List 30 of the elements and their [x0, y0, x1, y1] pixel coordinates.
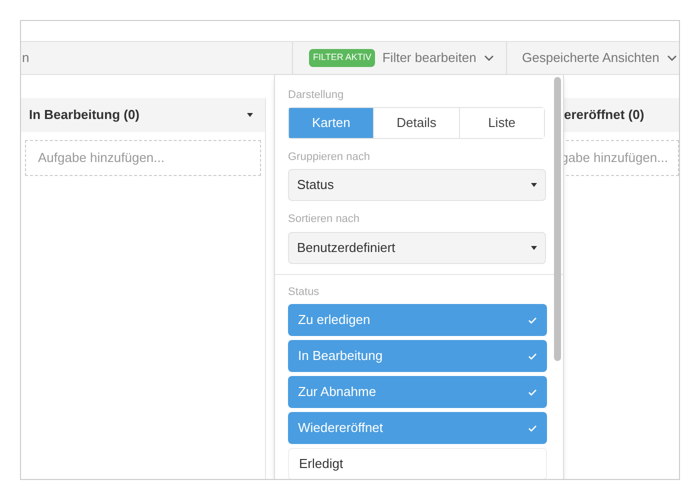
toolbar-text: n	[21, 49, 30, 68]
chevron-down-icon	[667, 55, 678, 61]
caret-icon	[531, 246, 537, 250]
view-tab[interactable]: Liste	[458, 108, 544, 138]
status-option[interactable]: Zur Abnahme	[288, 376, 547, 408]
status-option[interactable]: Wiedereröffnet	[288, 412, 547, 444]
column-title: In Bearbeitung (0)	[29, 106, 140, 124]
section-label: Darstellung	[288, 88, 345, 103]
view-tab[interactable]: Karten	[289, 108, 374, 138]
chevron-down-icon	[484, 55, 494, 61]
scrollbar[interactable]	[554, 77, 561, 361]
filter-button[interactable]: Filter bearbeiten	[382, 48, 494, 68]
saved-views-button[interactable]: Gespeicherte Ansichten	[522, 48, 678, 68]
section-label: Gruppieren nach	[288, 150, 371, 164]
caret-icon	[531, 183, 537, 187]
column-title: ereröffnet (0)	[564, 106, 644, 124]
check-icon	[528, 352, 537, 360]
status-option[interactable]: In Bearbeitung	[288, 340, 547, 372]
add-task-field[interactable]: Aufgabe hinzufügen...	[25, 140, 261, 176]
section-label: Sortieren nach	[288, 212, 361, 227]
status-option[interactable]: Erledigt	[288, 448, 547, 479]
filter-badge: FILTER AKTIV	[309, 49, 376, 67]
status-option[interactable]: Zu erledigen	[288, 304, 547, 336]
check-icon	[528, 388, 537, 396]
check-icon	[528, 424, 537, 432]
check-icon	[528, 316, 537, 324]
sort-select[interactable]: Benutzerdefiniert	[288, 232, 546, 264]
section-label: Status	[288, 284, 320, 300]
group-select[interactable]: Status	[288, 169, 546, 201]
caret-icon	[247, 113, 253, 117]
